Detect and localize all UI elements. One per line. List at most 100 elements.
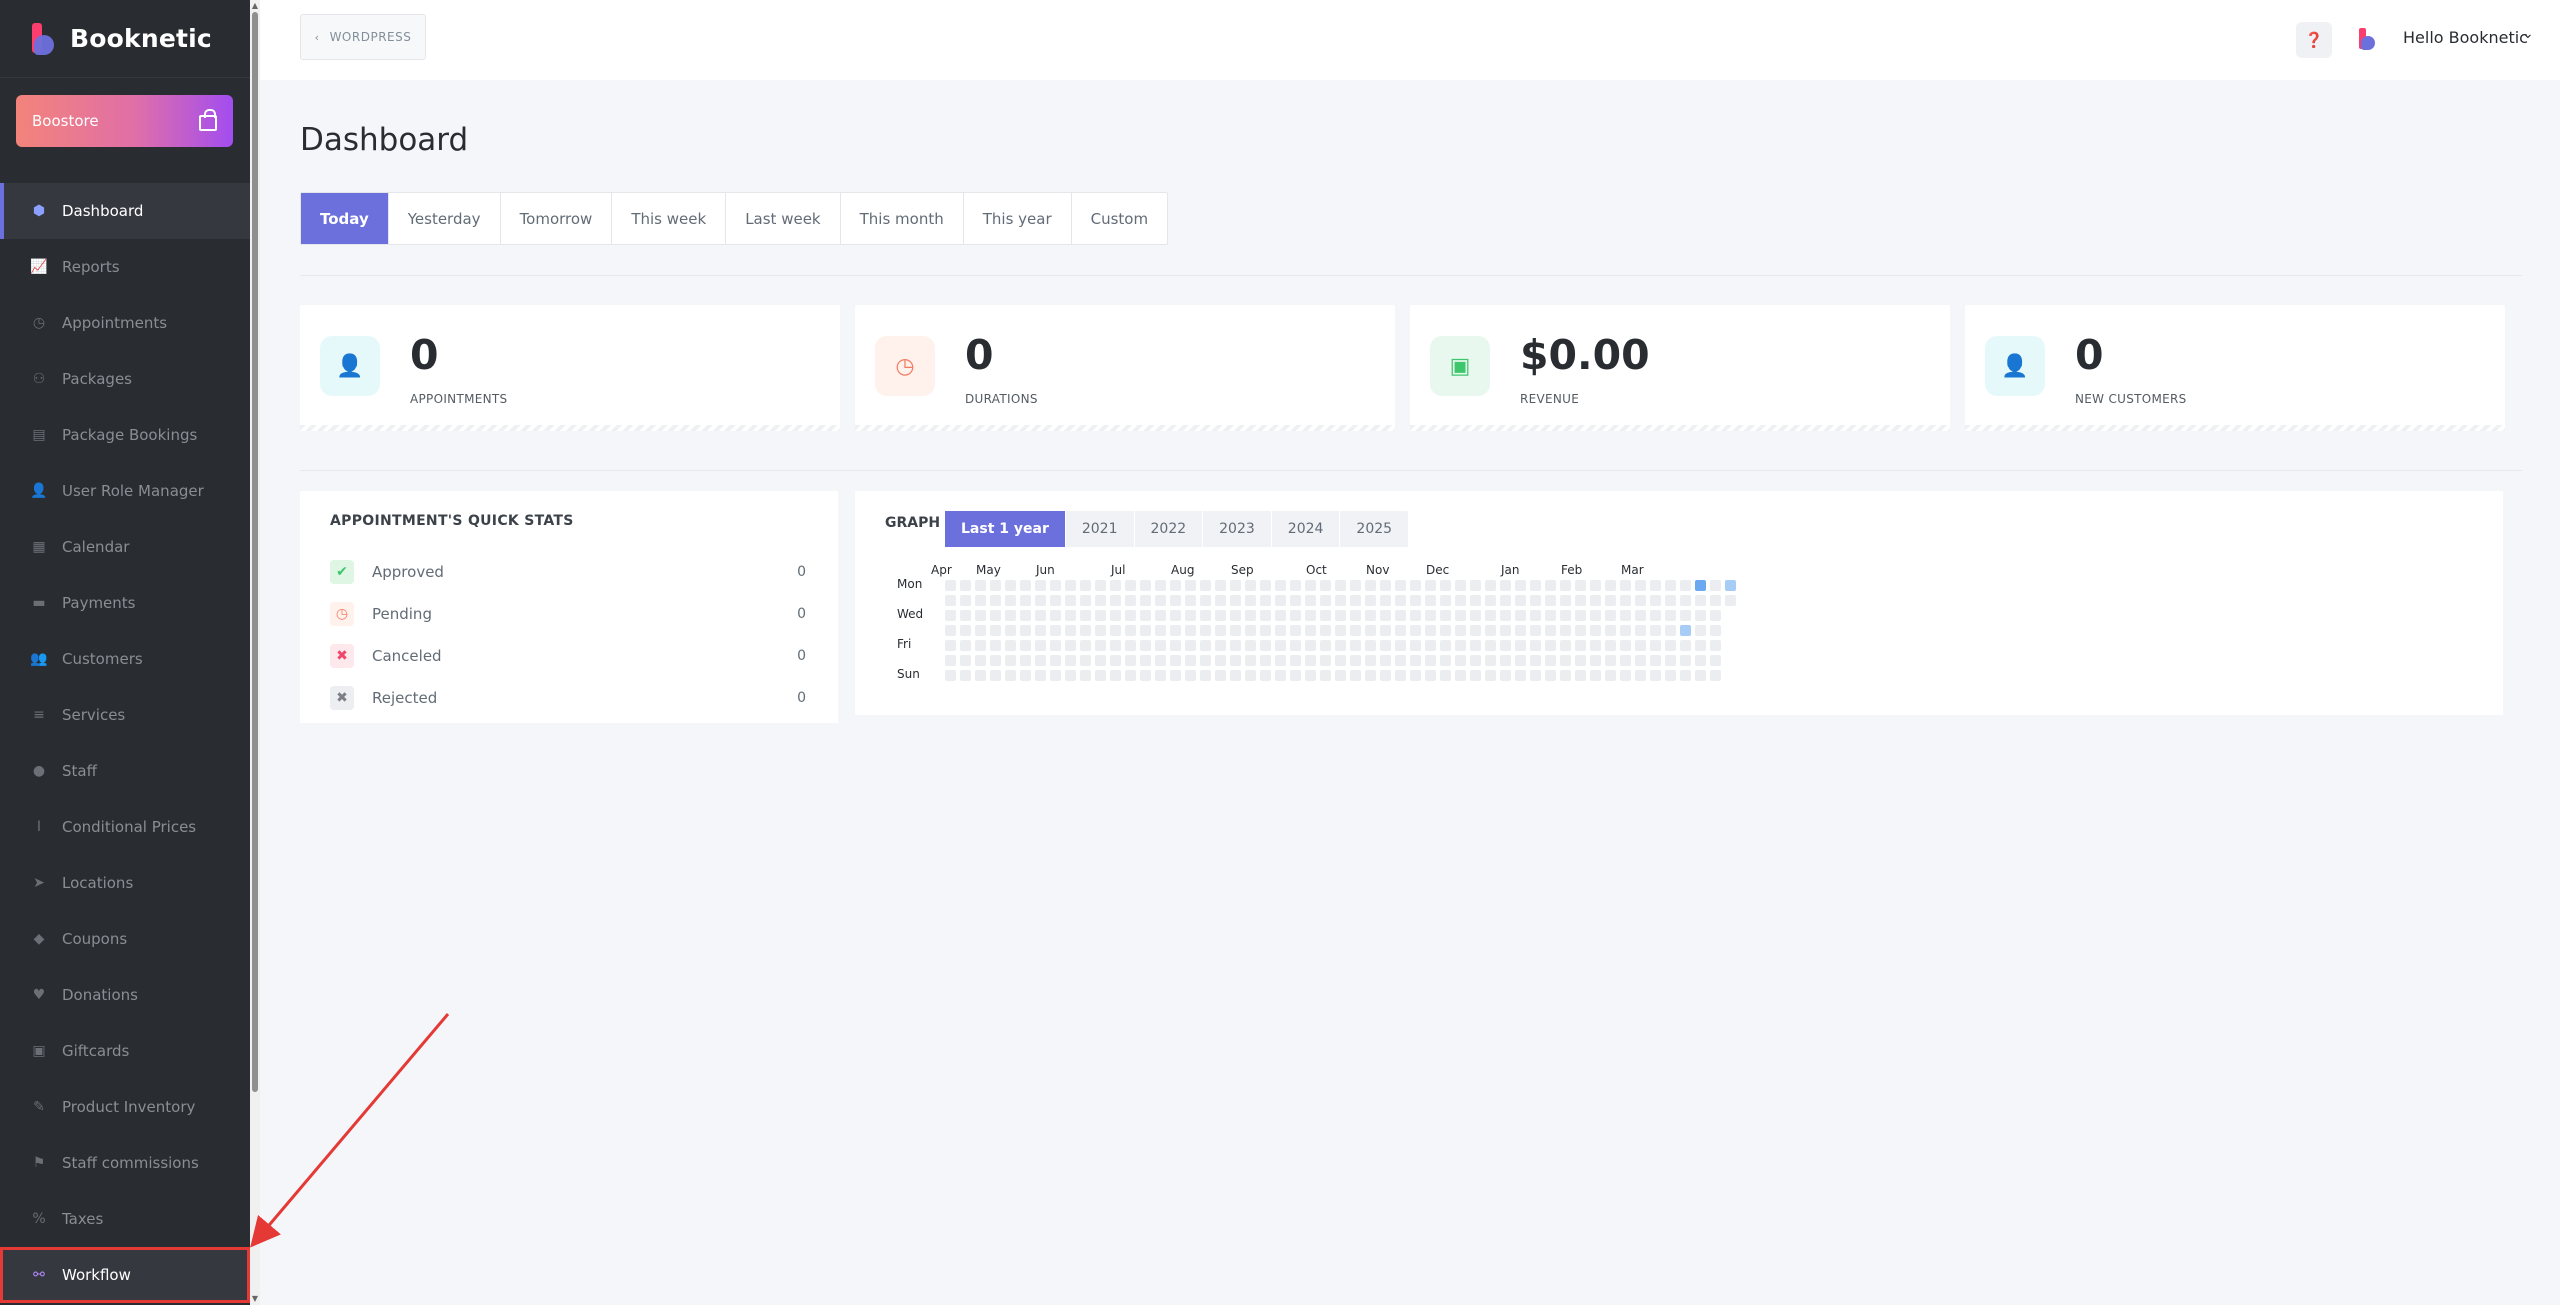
heatmap-cell[interactable] (1620, 595, 1631, 606)
heatmap-cell[interactable] (1140, 625, 1151, 636)
chevron-down-icon[interactable]: ⌄ (2522, 26, 2534, 42)
heatmap-cell[interactable] (1305, 640, 1316, 651)
heatmap-cell[interactable] (1560, 610, 1571, 621)
heatmap-cell[interactable] (1635, 580, 1646, 591)
heatmap-cell[interactable] (1245, 580, 1256, 591)
heatmap-cell[interactable] (1290, 655, 1301, 666)
heatmap-cell[interactable] (1140, 640, 1151, 651)
heatmap-cell[interactable] (1425, 640, 1436, 651)
sidebar-item-packages[interactable]: ⚇ Packages (0, 351, 250, 407)
heatmap-cell[interactable] (1455, 610, 1466, 621)
heatmap-cell[interactable] (975, 670, 986, 681)
heatmap-cell[interactable] (1350, 670, 1361, 681)
heatmap-cell[interactable] (1725, 595, 1736, 606)
heatmap-cell[interactable] (1185, 640, 1196, 651)
heatmap-cell[interactable] (1695, 580, 1706, 591)
heatmap-cell[interactable] (1410, 610, 1421, 621)
heatmap-cell[interactable] (1440, 670, 1451, 681)
heatmap-cell[interactable] (1140, 670, 1151, 681)
heatmap-cell[interactable] (1230, 670, 1241, 681)
heatmap-cell[interactable] (945, 670, 956, 681)
tab-this-year[interactable]: This year (964, 193, 1072, 244)
heatmap-cell[interactable] (1170, 640, 1181, 651)
heatmap-cell[interactable] (945, 610, 956, 621)
heatmap-cell[interactable] (1590, 640, 1601, 651)
sidebar-item-staff[interactable]: ● Staff (0, 743, 250, 799)
heatmap-cell[interactable] (1515, 625, 1526, 636)
heatmap-cell[interactable] (1575, 580, 1586, 591)
heatmap-cell[interactable] (960, 610, 971, 621)
heatmap-cell[interactable] (1485, 670, 1496, 681)
heatmap-cell[interactable] (1710, 625, 1721, 636)
heatmap-cell[interactable] (1275, 625, 1286, 636)
heatmap-cell[interactable] (1410, 580, 1421, 591)
heatmap-cell[interactable] (1065, 640, 1076, 651)
heatmap-cell[interactable] (1215, 580, 1226, 591)
heatmap-cell[interactable] (1275, 640, 1286, 651)
heatmap-cell[interactable] (1605, 595, 1616, 606)
heatmap-cell[interactable] (1620, 610, 1631, 621)
heatmap-cell[interactable] (975, 655, 986, 666)
heatmap-cell[interactable] (990, 625, 1001, 636)
scroll-down-arrow-icon[interactable]: ▼ (251, 1295, 259, 1303)
heatmap-cell[interactable] (1155, 610, 1166, 621)
heatmap-cell[interactable] (1080, 625, 1091, 636)
heatmap-cell[interactable] (1215, 625, 1226, 636)
heatmap-cell[interactable] (1365, 655, 1376, 666)
heatmap-cell[interactable] (1170, 610, 1181, 621)
heatmap-cell[interactable] (1335, 610, 1346, 621)
heatmap-cell[interactable] (1695, 610, 1706, 621)
heatmap-cell[interactable] (1095, 670, 1106, 681)
heatmap-cell[interactable] (1110, 610, 1121, 621)
heatmap-cell[interactable] (1035, 580, 1046, 591)
heatmap-cell[interactable] (1230, 595, 1241, 606)
sidebar-item-workflow[interactable]: ⚯ Workflow (0, 1247, 250, 1303)
heatmap-cell[interactable] (1575, 655, 1586, 666)
heatmap-cell[interactable] (1275, 580, 1286, 591)
heatmap-cell[interactable] (1245, 625, 1256, 636)
heatmap-cell[interactable] (1650, 640, 1661, 651)
heatmap-cell[interactable] (1500, 580, 1511, 591)
avatar[interactable] (2358, 28, 2376, 50)
heatmap-cell[interactable] (1095, 625, 1106, 636)
heatmap-cell[interactable] (1635, 595, 1646, 606)
heatmap-cell[interactable] (1035, 595, 1046, 606)
heatmap-cell[interactable] (1395, 640, 1406, 651)
heatmap-cell[interactable] (1200, 670, 1211, 681)
heatmap-cell[interactable] (1350, 610, 1361, 621)
heatmap-cell[interactable] (1200, 595, 1211, 606)
heatmap-cell[interactable] (960, 640, 971, 651)
heatmap-cell[interactable] (1530, 580, 1541, 591)
heatmap-cell[interactable] (1020, 610, 1031, 621)
heatmap-cell[interactable] (1665, 595, 1676, 606)
sidebar-item-payments[interactable]: ▬ Payments (0, 575, 250, 631)
heatmap-cell[interactable] (1470, 625, 1481, 636)
heatmap-cell[interactable] (1560, 625, 1571, 636)
heatmap-cell[interactable] (975, 640, 986, 651)
heatmap-cell[interactable] (1635, 655, 1646, 666)
heatmap-cell[interactable] (1470, 610, 1481, 621)
heatmap-cell[interactable] (1485, 655, 1496, 666)
heatmap-cell[interactable] (1530, 595, 1541, 606)
heatmap-cell[interactable] (1275, 610, 1286, 621)
scrollbar-thumb[interactable] (252, 12, 258, 1092)
heatmap-cell[interactable] (1425, 670, 1436, 681)
heatmap-cell[interactable] (1365, 610, 1376, 621)
sidebar-item-staff-commissions[interactable]: ⚑ Staff commissions (0, 1135, 250, 1191)
heatmap-cell[interactable] (1485, 595, 1496, 606)
heatmap-cell[interactable] (1620, 655, 1631, 666)
heatmap-cell[interactable] (1290, 640, 1301, 651)
heatmap-cell[interactable] (1650, 610, 1661, 621)
logo[interactable]: Booknetic (0, 0, 250, 78)
heatmap-cell[interactable] (1605, 655, 1616, 666)
heatmap-cell[interactable] (1515, 610, 1526, 621)
heatmap-cell[interactable] (1050, 670, 1061, 681)
heatmap-cell[interactable] (1050, 610, 1061, 621)
heatmap-cell[interactable] (1545, 655, 1556, 666)
heatmap-cell[interactable] (945, 640, 956, 651)
year-tab-2022[interactable]: 2022 (1135, 511, 1204, 547)
sidebar-item-donations[interactable]: ♥ Donations (0, 967, 250, 1023)
heatmap-cell[interactable] (990, 610, 1001, 621)
heatmap-cell[interactable] (1455, 640, 1466, 651)
heatmap-cell[interactable] (1305, 580, 1316, 591)
